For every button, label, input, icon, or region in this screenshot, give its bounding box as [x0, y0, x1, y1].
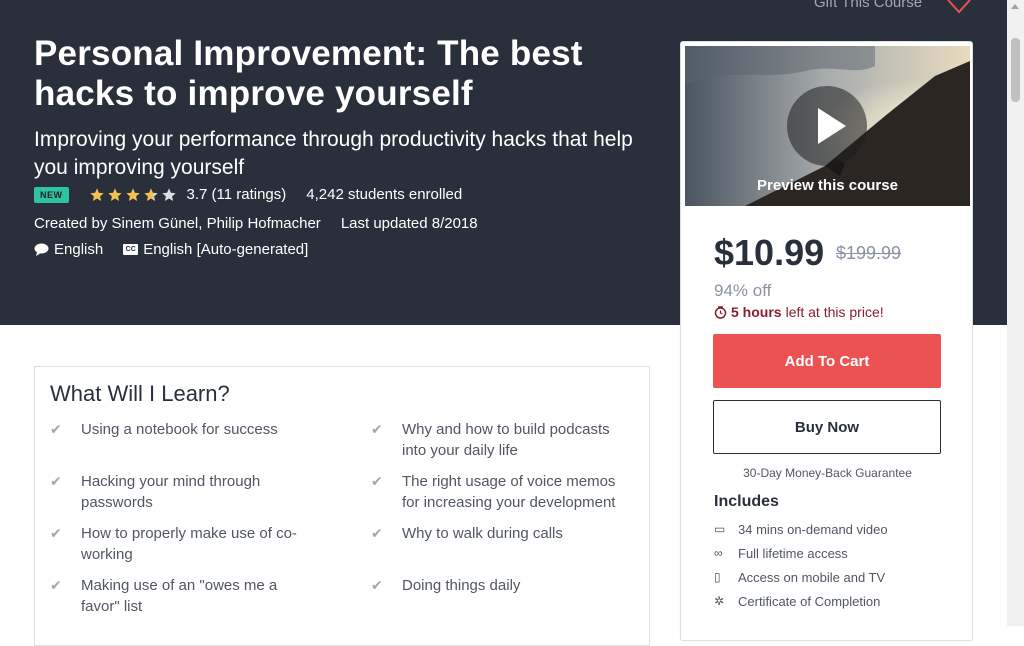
price-timer: 5 hours left at this price!: [714, 304, 884, 320]
star-icon: [161, 187, 176, 201]
timer-text: left at this price!: [785, 304, 884, 320]
check-icon: ✔: [50, 473, 62, 489]
course-language: English: [54, 241, 104, 258]
check-icon: ✔: [50, 525, 62, 541]
created-by[interactable]: Created by Sinem Günel, Philip Hofmacher: [34, 215, 321, 232]
course-preview[interactable]: Preview this course: [685, 46, 970, 206]
learn-item: ✔ How to properly make use of co-working: [50, 525, 297, 563]
star-icon: [125, 187, 140, 201]
check-icon: ✔: [50, 421, 62, 437]
certificate-icon: ✲: [714, 594, 725, 608]
learn-item: ✔ Why to walk during calls: [371, 525, 563, 542]
check-icon: ✔: [371, 525, 383, 541]
current-price: $10.99: [714, 232, 825, 273]
check-icon: ✔: [371, 473, 383, 489]
check-icon: ✔: [371, 577, 383, 593]
scrollbar-thumb[interactable]: [1011, 38, 1020, 102]
money-back-guarantee: 30-Day Money-Back Guarantee: [743, 466, 912, 480]
star-icon: [107, 187, 122, 201]
timer-hours: 5 hours: [731, 304, 782, 320]
students-enrolled: 4,242 students enrolled: [306, 186, 463, 203]
wishlist-heart-icon[interactable]: [946, 0, 972, 14]
check-icon: ✔: [50, 577, 62, 593]
learn-item: ✔ Hacking your mind through passwords: [50, 473, 261, 511]
course-subtitle: Improving your performance through produ…: [34, 128, 633, 179]
includes-heading: Includes: [714, 493, 779, 510]
include-item: ∞ Full lifetime access: [714, 545, 848, 561]
include-item: ✲ Certificate of Completion: [714, 593, 881, 609]
include-item: ▭ 34 mins on-demand video: [714, 521, 888, 537]
page-scrollbar[interactable]: [1007, 0, 1024, 626]
last-updated: Last updated 8/2018: [340, 215, 478, 232]
star-icon: [143, 187, 158, 201]
buy-now-button[interactable]: Buy Now: [713, 400, 941, 454]
captions-language: English [Auto-generated]: [143, 241, 309, 258]
discount-percent: 94% off: [714, 281, 772, 300]
alarm-clock-icon: [714, 305, 727, 319]
original-price: $199.99: [836, 243, 902, 263]
infinity-icon: ∞: [714, 546, 723, 560]
preview-label: Preview this course: [757, 177, 898, 194]
video-icon: ▭: [714, 522, 726, 536]
new-badge: NEW: [34, 186, 69, 203]
include-item: ▯ Access on mobile and TV: [714, 569, 886, 585]
rating-text[interactable]: 3.7 (11 ratings): [187, 186, 287, 203]
learn-item: ✔ The right usage of voice memos for incr…: [371, 473, 616, 511]
star-icon: [89, 187, 104, 201]
learn-item: ✔ Using a notebook for success: [50, 421, 278, 438]
gift-course-link[interactable]: Gift This Course: [814, 0, 922, 11]
scroll-up-arrow-icon[interactable]: [1011, 4, 1019, 9]
learn-heading: What Will I Learn?: [50, 381, 230, 406]
what-will-i-learn-section: What Will I Learn? ✔ Using a notebook for…: [34, 366, 650, 646]
check-icon: ✔: [371, 421, 383, 437]
closed-captions-icon: CC: [123, 244, 139, 255]
learn-item: ✔ Doing things daily: [371, 577, 521, 594]
includes-list: ▭ 34 mins on-demand video ∞ Full lifetime …: [714, 517, 888, 613]
add-to-cart-button[interactable]: Add To Cart: [713, 334, 941, 388]
play-button[interactable]: [787, 86, 867, 166]
rating-row: NEW 3.7 (11 ratings) 4,242 students enro…: [34, 186, 462, 203]
language-row: English CC English [Auto-generated]: [34, 241, 308, 258]
learn-item: ✔ Why and how to build podcasts into your…: [371, 421, 610, 459]
purchase-sidebar: Preview this course $10.99 $199.99 94% o…: [680, 41, 973, 641]
course-title: Personal Improvement: The best hacks to …: [34, 34, 583, 113]
rating-stars: [89, 187, 179, 203]
captions-info: CC English [Auto-generated]: [123, 241, 308, 258]
mobile-icon: ▯: [714, 570, 721, 584]
play-icon: [818, 108, 846, 144]
speech-bubble-icon: [34, 243, 49, 256]
learn-item: ✔ Making use of an "owes me a favor" list: [50, 577, 278, 615]
instructor-row: Created by Sinem Günel, Philip Hofmacher…: [34, 215, 478, 232]
